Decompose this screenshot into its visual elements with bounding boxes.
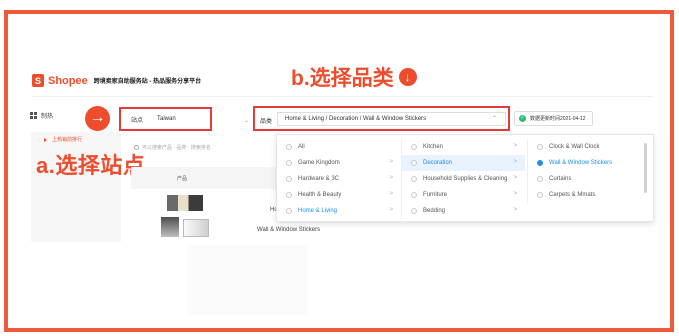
arrow-right-circle-icon: → — [85, 106, 110, 131]
cascader-option[interactable]: Furniture > — [402, 187, 525, 203]
check-circle-icon: ✓ — [519, 115, 526, 122]
cascader-option-label: Decoration — [423, 160, 453, 166]
sidebar-dashboard-label: 制热 — [41, 114, 54, 120]
cascader-option-label: Clock & Wall Clock — [549, 144, 600, 150]
radio-icon[interactable] — [286, 192, 292, 198]
cascader-option-label: Household Supplies & Cleaning — [423, 176, 508, 182]
cascader-option[interactable]: Bedding > — [402, 203, 525, 219]
radio-icon[interactable] — [286, 144, 292, 150]
site-selector[interactable]: 站点 Taiwan — [119, 107, 212, 131]
annotation-step-b-text: b.选择品类 — [291, 67, 394, 90]
cascader-option[interactable]: Clock & Wall Clock — [528, 139, 655, 155]
annotation-step-a: a.选择站点 — [36, 153, 146, 178]
category-value: Home & Living / Decoration / Wall & Wind… — [285, 116, 427, 122]
radio-icon[interactable] — [537, 176, 543, 182]
radio-icon[interactable] — [286, 176, 292, 182]
radio-icon[interactable] — [411, 144, 417, 150]
cascader-option-label: Kitchen — [423, 144, 444, 150]
radio-icon[interactable] — [537, 144, 543, 150]
sidebar-item-label: 上热销前排行 — [52, 137, 83, 143]
cascader-option-label: Bedding — [423, 208, 446, 214]
column-product: 产品 — [177, 176, 188, 182]
chevron-right-icon: > — [513, 191, 517, 197]
radio-icon[interactable] — [537, 160, 543, 166]
cascader-option[interactable]: Wall & Window Stickers — [528, 155, 655, 171]
caret-right-icon — [44, 137, 47, 142]
cascader-option[interactable]: Game Kingdom > — [277, 155, 401, 171]
product-image-part — [161, 217, 179, 237]
product-category-name: Wall & Window Stickers — [257, 227, 321, 233]
chevron-right-icon: > — [513, 175, 517, 181]
product-image-part — [167, 195, 203, 211]
cascader-level-2: Kitchen > Decoration > Household Supplies & … — [401, 139, 647, 219]
search-placeholder: 可以搜索产品 · 品类 · 搜索排名 — [142, 144, 211, 151]
cascader-option[interactable]: Household Supplies & Cleaning > — [402, 171, 525, 187]
grid-icon — [30, 112, 37, 119]
chevron-right-icon: > — [389, 159, 393, 165]
cascader-level-1: All Game Kingdom > Hardware & 3C > Health & B… — [277, 139, 401, 219]
cascader-option-label: Hardware & 3C — [298, 176, 340, 182]
site-label: 站点 — [131, 117, 144, 124]
cascader-option-label: Game Kingdom — [298, 160, 340, 166]
chevron-up-icon: ⌃ — [491, 116, 497, 122]
header-divider — [32, 96, 652, 97]
cascader-option-label: Health & Beauty — [298, 192, 342, 198]
chevron-right-icon: > — [513, 143, 517, 149]
radio-icon[interactable] — [411, 176, 417, 182]
cascader-option[interactable]: Health & Beauty > — [277, 187, 401, 203]
radio-icon[interactable] — [286, 160, 292, 166]
cascader-option[interactable]: Decoration > — [402, 155, 525, 171]
chevron-right-icon: > — [513, 207, 517, 213]
product-image-part — [183, 219, 209, 237]
shopee-bag-icon: S — [32, 74, 44, 87]
site-value: Taiwan — [157, 116, 176, 122]
shopee-logo: S Shopee 跨境卖家自助服务站 - 热品服务分享平台 — [32, 74, 201, 87]
radio-icon[interactable] — [537, 192, 543, 198]
logo-text: Shopee — [48, 74, 88, 87]
platform-subtitle: 跨境卖家自助服务站 - 热品服务分享平台 — [93, 79, 202, 85]
radio-icon[interactable] — [411, 192, 417, 198]
category-label: 品类 — [260, 119, 273, 125]
radio-icon[interactable] — [411, 160, 417, 166]
chevron-right-icon: > — [513, 159, 517, 165]
table-body-area — [187, 245, 307, 315]
site-chevron-down-icon[interactable]: ⌄ — [244, 117, 249, 124]
radio-icon[interactable] — [411, 208, 417, 214]
radio-icon[interactable] — [286, 208, 292, 214]
chevron-right-icon: > — [389, 175, 393, 181]
cascader-option[interactable]: Carpets & Mmats — [528, 187, 655, 203]
cascader-level-3: Clock & Wall Clock Wall & Window Stickers… — [527, 139, 655, 203]
cascader-option-label: Carpets & Mmats — [549, 192, 596, 198]
update-time: 数据更新时间2021-04-12 — [530, 116, 586, 122]
cascader-option-label: Home & Living — [298, 208, 338, 214]
category-select[interactable]: Home & Living / Decoration / Wall & Wind… — [277, 112, 506, 126]
data-update-badge: ✓ 数据更新时间2021-04-12 — [514, 111, 593, 126]
cascader-option[interactable]: Home & Living > — [277, 203, 401, 219]
cascader-option-label: All — [298, 144, 305, 150]
cascader-option[interactable]: Hardware & 3C > — [277, 171, 401, 187]
sidebar-dashboard[interactable]: 制热 — [30, 111, 53, 120]
cascader-option-label: Wall & Window Stickers — [549, 160, 613, 166]
cascader-option-label: Curtains — [549, 176, 572, 182]
chevron-right-icon: > — [389, 191, 393, 197]
category-selector-highlight: 品类 Home & Living / Decoration / Wall & W… — [253, 106, 510, 131]
cascader-option-label: Furniture — [423, 192, 448, 198]
sidebar-item-top-sellers[interactable]: 上热销前排行 — [44, 136, 82, 143]
cascader-option[interactable]: Kitchen > — [402, 139, 525, 155]
cascader-option[interactable]: Curtains — [528, 171, 655, 187]
cascader-option[interactable]: All — [277, 139, 401, 155]
annotation-step-b: b.选择品类 ↓ — [291, 62, 417, 92]
category-cascader: All Game Kingdom > Hardware & 3C > Health & B… — [276, 134, 654, 222]
arrow-down-circle-icon: ↓ — [398, 68, 417, 86]
search-icon — [134, 144, 139, 150]
product-image[interactable] — [161, 195, 209, 241]
product-search-input[interactable]: 可以搜索产品 · 品类 · 搜索排名 — [131, 141, 281, 153]
chevron-right-icon: > — [389, 207, 393, 213]
